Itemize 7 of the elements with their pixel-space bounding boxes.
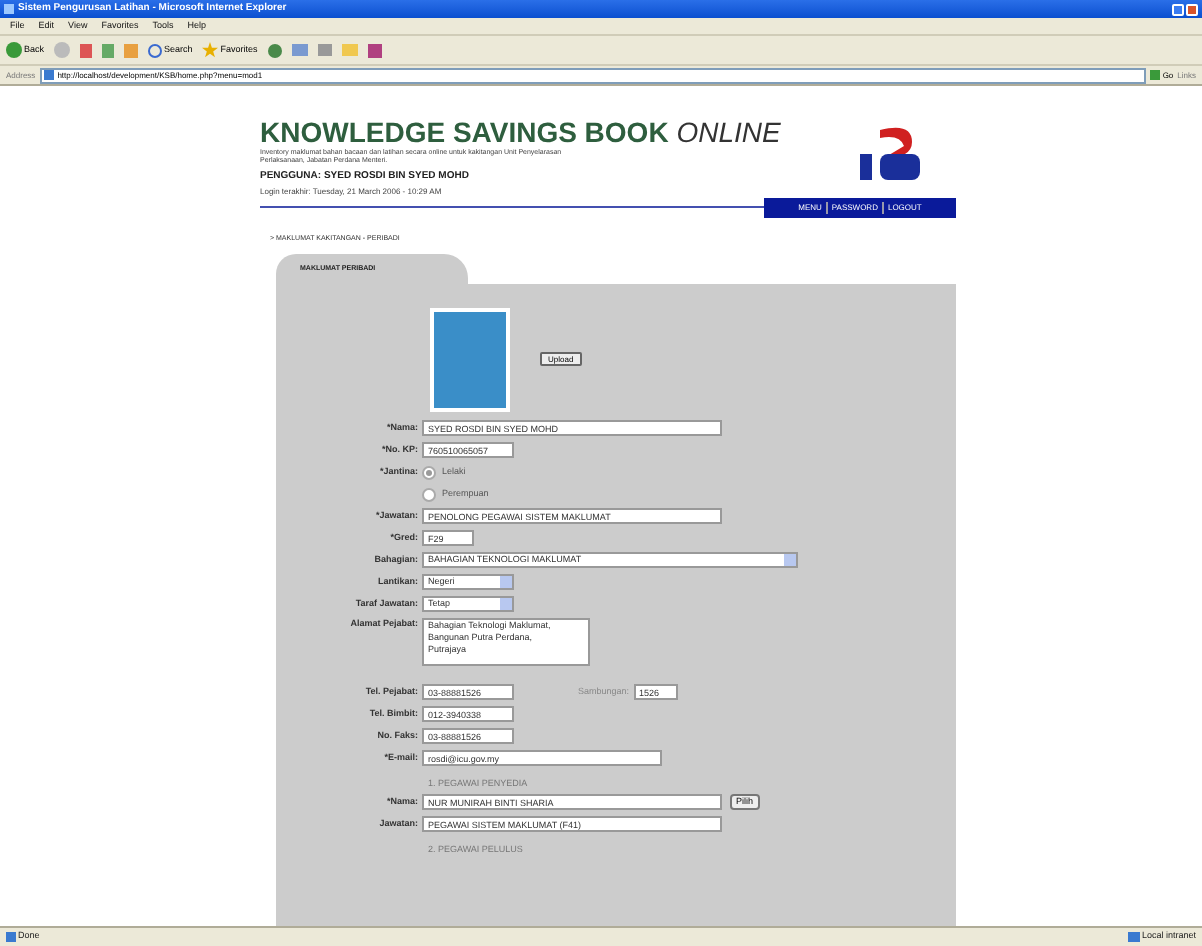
site-title: KNOWLEDGE SAVINGS BOOK ONLINE [260,118,781,146]
search-icon [148,43,163,57]
radio-button[interactable] [422,465,436,480]
radio-button[interactable] [422,487,436,502]
photo-placeholder [430,307,510,412]
star-icon [202,42,219,58]
close-icon[interactable] [1186,3,1198,15]
